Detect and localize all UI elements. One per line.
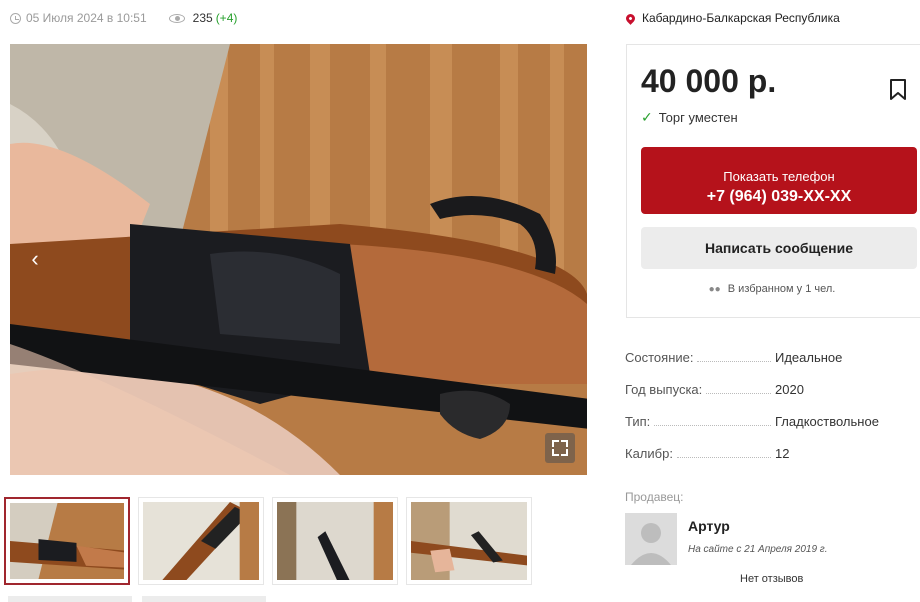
spec-row: Тип: Гладкоствольное	[625, 414, 879, 446]
offer-card: 40 000 р. ✓ Торг уместен Показать телефо…	[626, 44, 920, 318]
favorites-text: В избранном у 1 чел.	[727, 283, 836, 295]
listing-meta: 05 Июля 2024 в 10:51 235 (+4)	[10, 11, 237, 25]
location: Кабардино-Балкарская Республика	[624, 11, 840, 25]
thumbnail-4[interactable]	[406, 497, 532, 585]
spec-key: Тип:	[625, 414, 651, 429]
show-phone-button[interactable]: Показать телефон +7 (964) 039-XX-XX	[641, 147, 917, 214]
thumbnail-strip-row-2	[8, 596, 266, 602]
location-pin-icon	[624, 11, 637, 25]
spec-row: Калибр: 12	[625, 446, 879, 478]
spec-row: Состояние: Идеальное	[625, 350, 879, 382]
chevron-left-icon[interactable]: ‹	[22, 246, 48, 272]
show-phone-label: Показать телефон	[723, 168, 835, 184]
view-count: 235	[192, 11, 213, 25]
bookmark-icon[interactable]	[889, 79, 907, 101]
main-photo-image	[10, 44, 587, 475]
seller-name[interactable]: Артур	[688, 518, 730, 534]
seller-since: На сайте с 21 Апреля 2019 г.	[688, 544, 828, 555]
avatar-placeholder-icon	[625, 513, 677, 565]
seller-reviews[interactable]: Нет отзывов	[740, 573, 803, 585]
spec-key: Год выпуска:	[625, 382, 703, 397]
main-photo[interactable]: ‹	[10, 44, 587, 475]
spec-row: Год выпуска: 2020	[625, 382, 879, 414]
thumbnail-strip	[4, 497, 532, 585]
spec-value: 2020	[775, 382, 804, 397]
listing-date: 05 Июля 2024 в 10:51	[26, 11, 147, 25]
view-count-delta: (+4)	[215, 11, 238, 25]
spec-key: Состояние:	[625, 350, 694, 365]
checkmark-icon: ✓	[641, 109, 653, 125]
price: 40 000 р.	[641, 63, 777, 99]
fullscreen-icon[interactable]	[545, 433, 575, 463]
avatar[interactable]	[625, 513, 677, 565]
location-text: Кабардино-Балкарская Республика	[642, 11, 840, 25]
clock-icon	[10, 12, 21, 24]
glasses-icon: ●●	[708, 284, 721, 295]
thumbnail-2[interactable]	[138, 497, 264, 585]
thumbnail-3[interactable]	[272, 497, 398, 585]
spec-value: Гладкоствольное	[775, 414, 879, 429]
spec-value: Идеальное	[775, 350, 843, 365]
specs-list: Состояние: Идеальное Год выпуска: 2020 Т…	[625, 350, 879, 478]
bargain-note: ✓ Торг уместен	[641, 109, 738, 126]
spec-key: Калибр:	[625, 446, 673, 461]
favorites-count: ●● В избранном у 1 чел.	[627, 283, 917, 295]
seller-label: Продавец:	[625, 490, 684, 504]
thumbnail-1[interactable]	[4, 497, 130, 585]
thumbnail-5[interactable]	[8, 596, 132, 602]
bargain-text: Торг уместен	[658, 110, 738, 125]
spec-value: 12	[775, 446, 790, 461]
write-message-button[interactable]: Написать сообщение	[641, 227, 917, 269]
eye-icon	[168, 13, 185, 23]
phone-number: +7 (964) 039-XX-XX	[706, 187, 852, 205]
thumbnail-6[interactable]	[142, 596, 266, 602]
